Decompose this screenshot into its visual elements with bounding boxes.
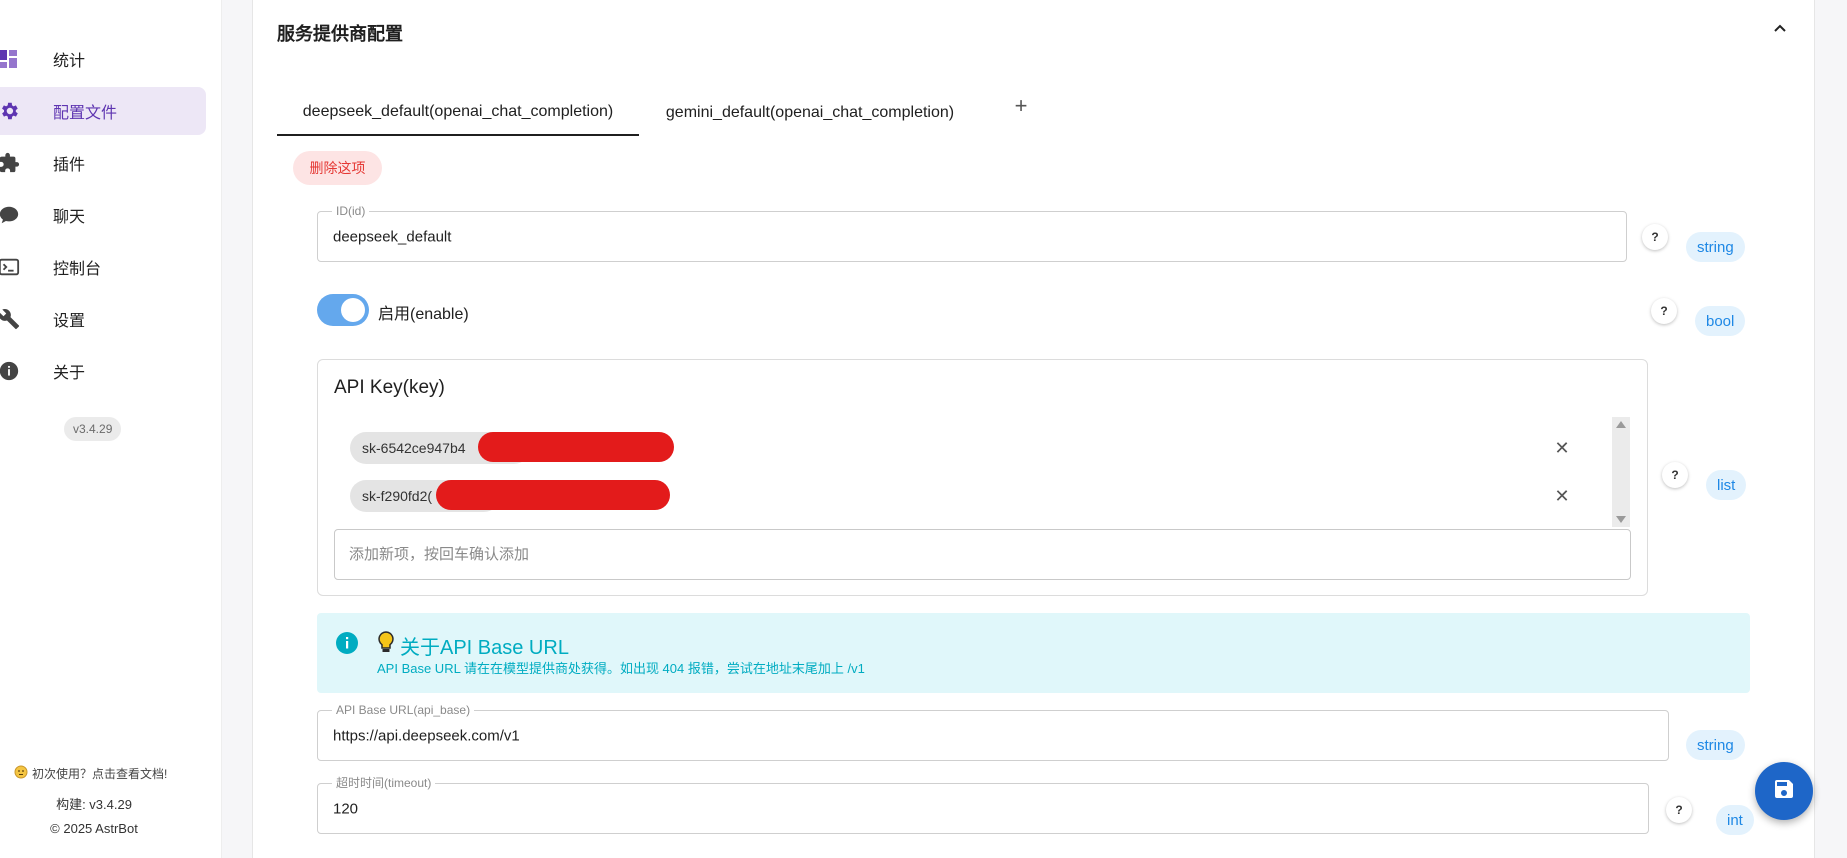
remove-key-button[interactable]: ✕ bbox=[1552, 486, 1572, 506]
info-circle-icon bbox=[335, 631, 359, 655]
floppy-disk-icon bbox=[1772, 777, 1796, 806]
timeout-type-chip: int bbox=[1716, 805, 1754, 835]
gear-icon bbox=[0, 100, 20, 122]
api-base-field-label: API Base URL(api_base) bbox=[332, 703, 475, 717]
api-base-field[interactable]: API Base URL(api_base) https://api.deeps… bbox=[317, 703, 1669, 761]
sidebar-item-config[interactable]: 配置文件 bbox=[0, 87, 206, 135]
api-base-field-value: https://api.deepseek.com/v1 bbox=[333, 727, 520, 744]
sidebar-item-label: 配置文件 bbox=[53, 105, 118, 122]
delete-item-button[interactable]: 删除这项 bbox=[293, 151, 382, 185]
sidebar-item-console[interactable]: 控制台 bbox=[0, 243, 206, 291]
section-title: 服务提供商配置 bbox=[277, 24, 403, 44]
docs-link-label: 初次使用？点击查看文档! bbox=[32, 767, 168, 781]
id-type-chip: string bbox=[1686, 232, 1745, 262]
enable-help-button[interactable]: ? bbox=[1651, 298, 1677, 324]
enable-label: 启用(enable) bbox=[378, 306, 469, 323]
id-field[interactable]: ID(id) deepseek_default bbox=[317, 204, 1627, 262]
key-list-scrollbar[interactable] bbox=[1612, 417, 1630, 527]
add-key-input[interactable] bbox=[349, 530, 1609, 579]
sidebar-item-stats[interactable]: 统计 bbox=[0, 35, 206, 83]
sidebar-item-settings[interactable]: 设置 bbox=[0, 295, 206, 343]
docs-link[interactable]: 初次使用？点击查看文档! bbox=[14, 765, 167, 782]
id-help-button[interactable]: ? bbox=[1642, 224, 1668, 250]
api-key-list: sk-6542ce947b4 ✕ sk-f290fd2( ✕ bbox=[334, 417, 1630, 527]
sidebar-item-plugins[interactable]: 插件 bbox=[0, 139, 206, 187]
info-title: 关于API Base URL bbox=[376, 630, 569, 660]
sidebar-item-label: 控制台 bbox=[53, 261, 102, 278]
enable-toggle[interactable] bbox=[317, 294, 369, 326]
chevron-up-icon[interactable] bbox=[1772, 20, 1788, 36]
api-key-text: sk-6542ce947b4 bbox=[362, 440, 466, 456]
info-icon bbox=[0, 360, 20, 382]
sidebar-item-label: 聊天 bbox=[53, 209, 86, 226]
remove-key-button[interactable]: ✕ bbox=[1552, 438, 1572, 458]
scroll-down-arrow-icon[interactable] bbox=[1616, 516, 1626, 523]
api-base-type-chip: string bbox=[1686, 730, 1745, 760]
sidebar-item-label: 插件 bbox=[53, 157, 86, 174]
tab-label: deepseek_default(openai_chat_completion) bbox=[302, 103, 614, 120]
add-tab-button[interactable]: + bbox=[1010, 95, 1032, 118]
chat-bubble-icon bbox=[0, 204, 20, 226]
tab-label: gemini_default(openai_chat_completion) bbox=[665, 104, 955, 121]
version-badge: v3.4.29 bbox=[64, 417, 122, 441]
sidebar-item-about[interactable]: 关于 bbox=[0, 347, 206, 395]
dashboard-icon bbox=[0, 48, 20, 70]
sidebar-item-label: 关于 bbox=[53, 365, 86, 382]
api-key-text: sk-f290fd2( bbox=[362, 488, 433, 504]
sidebar: 统计 配置文件 插件 聊天 控制台 设置 关于 v3.4.29 初次使用？点击查… bbox=[0, 0, 222, 858]
timeout-field-label: 超时时间(timeout) bbox=[332, 776, 436, 790]
api-key-title: API Key(key) bbox=[334, 377, 445, 398]
build-version: 构建: v3.4.29 bbox=[56, 797, 132, 812]
sidebar-item-label: 设置 bbox=[53, 313, 86, 330]
wrench-icon bbox=[0, 308, 20, 330]
scroll-up-arrow-icon[interactable] bbox=[1616, 421, 1626, 428]
add-key-input-wrapper bbox=[334, 529, 1631, 580]
terminal-icon bbox=[0, 256, 20, 278]
timeout-field[interactable]: 超时时间(timeout) 120 bbox=[317, 776, 1649, 834]
timeout-field-value: 120 bbox=[333, 800, 359, 817]
id-field-value: deepseek_default bbox=[333, 228, 452, 245]
save-button[interactable] bbox=[1755, 762, 1813, 820]
enable-type-chip: bool bbox=[1695, 306, 1746, 336]
redaction-mark bbox=[436, 480, 670, 510]
thinking-emoji-icon bbox=[14, 765, 28, 782]
key-help-button[interactable]: ? bbox=[1662, 462, 1688, 488]
info-text: API Base URL 请在在模型提供商处获得。如出现 404 报错，尝试在地… bbox=[377, 661, 865, 676]
toggle-knob bbox=[341, 298, 365, 322]
info-title-text: 关于API Base URL bbox=[400, 636, 569, 659]
copyright: © 2025 AstrBot bbox=[50, 821, 138, 836]
redaction-mark bbox=[478, 432, 674, 462]
id-field-label: ID(id) bbox=[332, 204, 370, 218]
key-type-chip: list bbox=[1706, 470, 1747, 500]
tab-deepseek-default[interactable]: deepseek_default(openai_chat_completion) bbox=[277, 90, 639, 136]
sidebar-item-chat[interactable]: 聊天 bbox=[0, 191, 206, 239]
timeout-help-button[interactable]: ? bbox=[1666, 797, 1692, 823]
lightbulb-icon bbox=[376, 630, 396, 660]
tab-gemini-default[interactable]: gemini_default(openai_chat_completion) bbox=[645, 90, 975, 136]
sidebar-item-label: 统计 bbox=[53, 53, 86, 70]
puzzle-icon bbox=[0, 152, 20, 174]
